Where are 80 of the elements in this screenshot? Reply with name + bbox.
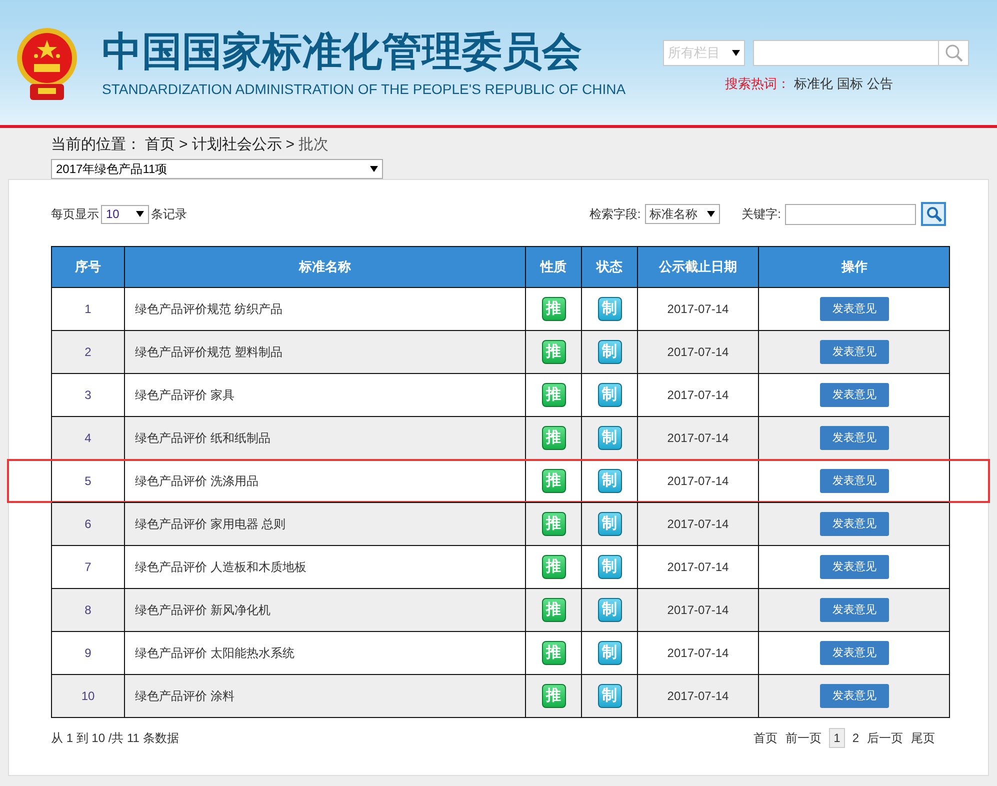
breadcrumb-item[interactable]: 计划社会公示 [192,134,282,156]
comment-button[interactable]: 发表意见 [820,426,889,450]
caret-icon [136,211,144,217]
caret-icon [706,211,715,217]
keyword-label: 关键字: [742,206,781,223]
pagination-link[interactable]: 后一页 [866,729,904,747]
caret-icon [370,166,378,172]
column-header: 序号 [74,258,102,276]
status-badge: 制 [598,383,622,407]
breadcrumb-separator: > [179,134,188,155]
comment-button[interactable]: 发表意见 [820,641,889,665]
batch-select[interactable]: 2017年绿色产品11项 [51,159,383,179]
caret-icon [732,50,740,56]
search-icon [926,206,942,222]
breadcrumb-item[interactable]: 首页 [145,134,175,156]
table-cell-text: 2 [84,344,92,361]
status-badge: 制 [598,641,622,665]
hot-words-label: 搜索热词： [725,75,790,93]
nature-badge: 推 [542,598,566,622]
status-badge: 制 [598,469,622,493]
status-badge: 制 [598,426,622,450]
hot-word-link[interactable]: 公告 [867,74,893,94]
page-size-label: 每页显示 [51,206,99,223]
page-size-label: 条记录 [151,206,187,223]
status-badge: 制 [598,512,622,536]
status-badge: 制 [598,297,622,321]
pagination-link[interactable]: 尾页 [910,729,936,747]
search-field[interactable] [753,40,969,66]
nature-badge: 推 [542,426,566,450]
breadcrumb-separator: > [286,134,295,155]
comment-button[interactable]: 发表意见 [820,469,889,493]
table-cell: 2017-07-14 [637,417,758,459]
search-field-select[interactable]: 标准名称 [644,204,720,224]
page-size-select[interactable]: 10 [101,204,149,224]
record-summary: 从 1 到 10 /共 11 条数据 [51,730,179,747]
pagination-link[interactable]: 前一页 [784,729,823,747]
table-cell-text: 4 [84,430,92,447]
table-cell-text: 5 [84,473,92,490]
pagination-link[interactable]: 1 [828,728,846,748]
table-cell: 2017-07-14 [637,675,758,717]
status-badge: 制 [598,340,622,364]
site-subtitle: STANDARDIZATION ADMINISTRATION OF THE PEOPLE'S REPUBLIC OF CHINA [102,80,626,98]
search-button[interactable] [921,202,946,226]
status-badge: 制 [598,555,622,579]
hot-word-link[interactable]: 国标 [837,74,863,94]
nature-badge: 推 [542,684,566,708]
table-cell-text: 6 [84,516,92,533]
breadcrumb-label: 当前的位置： [51,134,141,155]
nature-badge: 推 [542,297,566,321]
comment-button[interactable]: 发表意见 [820,340,889,364]
search-icon[interactable] [944,44,962,62]
comment-button[interactable]: 发表意见 [820,297,889,321]
nature-badge: 推 [542,383,566,407]
nature-badge: 推 [542,512,566,536]
status-badge: 制 [598,684,622,708]
nature-badge: 推 [542,469,566,493]
table-cell-text: 8 [84,602,92,619]
hot-word-link[interactable]: 标准化 [794,74,833,94]
table-cell: 绿色产品评价 纸和纸制品 [124,417,525,459]
table-cell-text: 10 [80,688,96,705]
comment-button[interactable]: 发表意见 [820,383,889,407]
comment-button[interactable]: 发表意见 [820,598,889,622]
comment-button[interactable]: 发表意见 [820,555,889,579]
table-cell-text: 3 [84,387,92,404]
nature-badge: 推 [542,555,566,579]
site-title: 中国国家标准化管理委员会 [102,30,583,74]
nature-badge: 推 [542,641,566,665]
status-badge: 制 [598,598,622,622]
keyword-field[interactable] [785,204,916,224]
table-cell-text: 1 [84,301,92,318]
table-cell-text: 7 [84,559,92,576]
pagination-link[interactable]: 2 [851,729,860,747]
search-field-label: 检索字段: [589,206,641,223]
nature-badge: 推 [542,340,566,364]
comment-button[interactable]: 发表意见 [820,684,889,708]
comment-button[interactable]: 发表意见 [820,512,889,536]
breadcrumb-item[interactable]: 批次 [298,134,329,156]
table-cell: 绿色产品评价 涂料 [124,675,525,717]
table-cell-text: 9 [84,645,92,662]
pagination-link[interactable]: 首页 [752,729,779,747]
